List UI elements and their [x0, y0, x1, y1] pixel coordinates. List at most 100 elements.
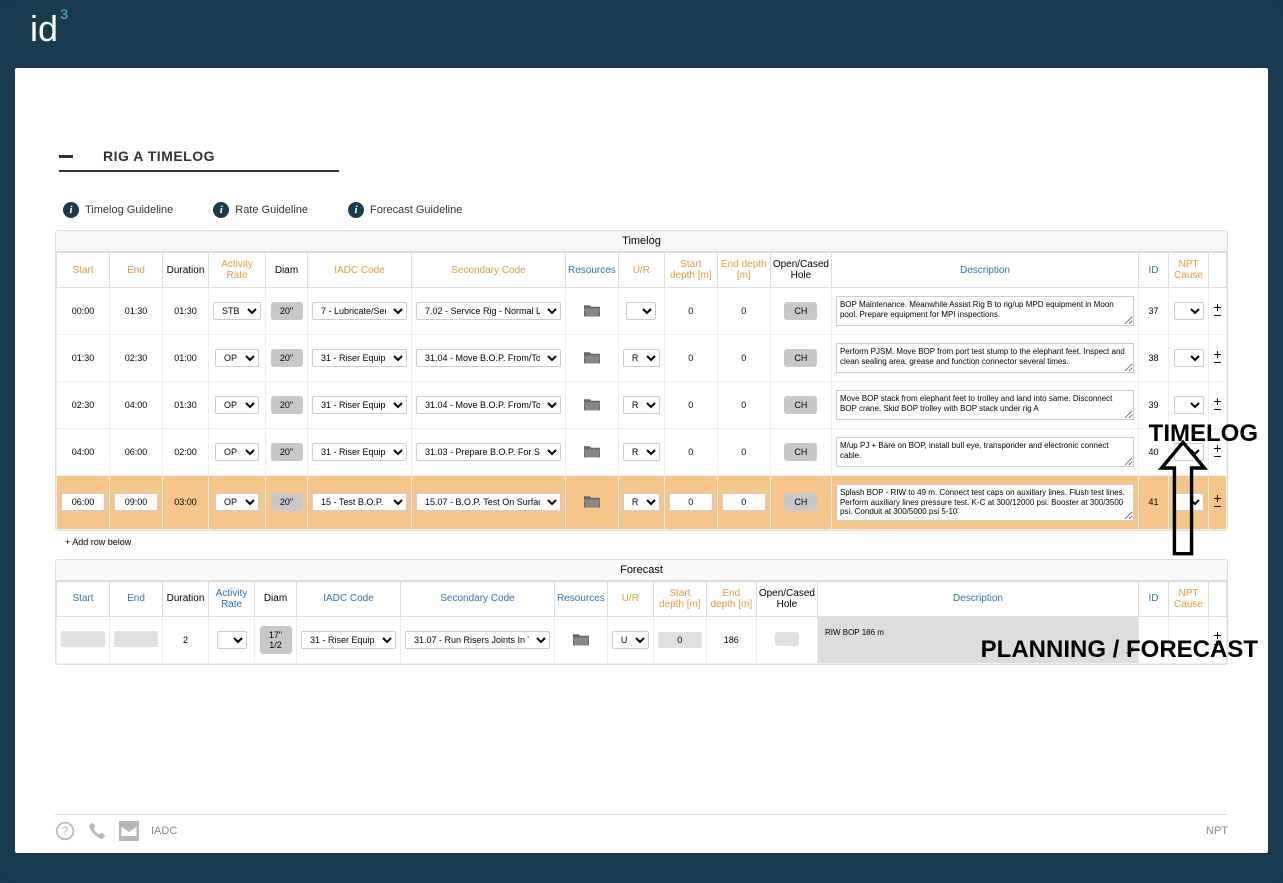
npt-select[interactable]: [1174, 396, 1204, 414]
fc-diam-button[interactable]: 17" 1/2: [260, 626, 292, 654]
fc-col-rate: Activity Rate: [209, 581, 255, 616]
phone-icon[interactable]: [87, 821, 107, 841]
desc-textarea[interactable]: Perform PJSM. Move BOP from port test st…: [836, 343, 1134, 373]
fc-sd-input[interactable]: [658, 632, 702, 648]
add-remove-icons[interactable]: +−: [1213, 303, 1222, 320]
end-value: 06:00: [125, 447, 148, 457]
add-remove-icons[interactable]: +−: [1213, 350, 1222, 367]
folder-icon[interactable]: [582, 302, 602, 318]
end-value: 04:00: [125, 400, 148, 410]
add-remove-icons[interactable]: +−: [1213, 397, 1222, 414]
desc-textarea[interactable]: Move BOP stack from elephant feet to tro…: [836, 390, 1134, 420]
end-value: 01:30: [125, 306, 148, 316]
ed-value: 0: [741, 306, 746, 316]
add-remove-icons[interactable]: +−: [1213, 444, 1222, 461]
rate-select[interactable]: OP: [215, 493, 259, 511]
iadc-select[interactable]: 31 - Riser Equipment Run ar: [312, 349, 407, 367]
sec-select[interactable]: 31.03 - Prepare B.O.P. For Splashing: [416, 443, 561, 461]
svg-text:?: ?: [62, 825, 69, 838]
sec-select[interactable]: 31.04 - Move B.O.P. From/To Test Stump T…: [416, 349, 561, 367]
add-row-button[interactable]: + Add row below: [65, 537, 1228, 547]
desc-textarea[interactable]: BOP Maintenance. Meanwhile Assist Rig B …: [836, 296, 1134, 326]
fc-iadc-select[interactable]: 31 - Riser Equipment Run ar: [301, 631, 396, 649]
dur-value: 02:00: [163, 429, 209, 476]
footer-npt[interactable]: NPT: [1206, 825, 1228, 837]
collapse-icon[interactable]: [59, 155, 73, 158]
ur-select[interactable]: R: [623, 349, 660, 367]
timelog-guideline-link[interactable]: iTimelog Guideline: [63, 202, 173, 218]
add-remove-icons[interactable]: +−: [1213, 494, 1222, 511]
guideline-links: iTimelog Guideline iRate Guideline iFore…: [63, 202, 1228, 218]
ch-button[interactable]: CH: [784, 396, 817, 414]
iadc-select[interactable]: 31 - Riser Equipment Run ar: [312, 443, 407, 461]
fc-col-och: Open/Cased Hole: [756, 581, 817, 616]
folder-icon[interactable]: [582, 493, 602, 509]
fc-col-start: Start: [57, 581, 110, 616]
ur-select[interactable]: R: [623, 493, 660, 511]
folder-icon[interactable]: [582, 396, 602, 412]
help-icon[interactable]: ?: [55, 821, 75, 841]
fc-rate-select[interactable]: [217, 631, 247, 649]
diam-button[interactable]: 20": [271, 302, 303, 320]
table-row[interactable]: 03:00 OP 20" 15 - Test B.O.P. 15.07 - B.O.P.…: [57, 476, 1227, 530]
fc-sec-select[interactable]: 31.07 - Run Risers Joints In The Water: [405, 631, 550, 649]
sec-select[interactable]: 15.07 - B.O.P. Test On Surface: [416, 493, 561, 511]
col-start: Start: [57, 253, 110, 288]
ur-select[interactable]: R: [623, 443, 660, 461]
ch-button[interactable]: CH: [784, 349, 817, 367]
ur-select[interactable]: R: [623, 396, 660, 414]
sec-select[interactable]: 31.04 - Move B.O.P. From/To Test Stump T…: [416, 396, 561, 414]
fc-col-diam: Diam: [255, 581, 297, 616]
fc-col-res: Resources: [555, 581, 608, 616]
diam-button[interactable]: 20": [271, 396, 303, 414]
desc-textarea[interactable]: Splash BOP - RIW to 49 m. Connect test c…: [836, 484, 1134, 521]
fc-ed: 186: [706, 616, 756, 663]
iadc-select[interactable]: 31 - Riser Equipment Run ar: [312, 396, 407, 414]
col-id: ID: [1139, 253, 1169, 288]
table-row[interactable]: 01:3002:3001:00OP20"31 - Riser Equipment…: [57, 335, 1227, 382]
footer-iadc[interactable]: IADC: [151, 825, 177, 837]
folder-icon[interactable]: [582, 443, 602, 459]
ch-button[interactable]: CH: [784, 443, 817, 461]
fc-ur-select[interactable]: U: [612, 631, 649, 649]
fc-ch: [775, 632, 799, 646]
npt-select[interactable]: [1174, 302, 1204, 320]
add-remove-icons[interactable]: +−: [1213, 631, 1222, 648]
diam-button[interactable]: 20": [271, 443, 303, 461]
ur-select[interactable]: [626, 302, 656, 320]
table-row[interactable]: 00:0001:3001:30STB20"7 - Lubricate/Servi…: [57, 288, 1227, 335]
table-row[interactable]: 02:3004:0001:30OP20"31 - Riser Equipment…: [57, 382, 1227, 429]
fc-col-sd: Start depth [m]: [653, 581, 706, 616]
folder-icon[interactable]: [571, 631, 591, 647]
forecast-table-title: Forecast: [56, 560, 1227, 581]
desc-textarea[interactable]: M/up PJ + Bare on BOP, install bull eye,…: [836, 437, 1134, 467]
rate-select[interactable]: OP: [215, 349, 259, 367]
rate-guideline-link[interactable]: iRate Guideline: [213, 202, 308, 218]
iadc-select[interactable]: 7 - Lubricate/Service/Maint R: [312, 302, 407, 320]
mail-icon[interactable]: [119, 821, 139, 841]
sec-select[interactable]: 7.02 - Service Rig - Normal Lubrication …: [416, 302, 561, 320]
col-sd: Start depth [m]: [664, 253, 717, 288]
rate-select[interactable]: OP: [215, 443, 259, 461]
rate-select[interactable]: OP: [215, 396, 259, 414]
iadc-select[interactable]: 15 - Test B.O.P.: [312, 493, 407, 511]
table-row[interactable]: 04:0006:0002:00OP20"31 - Riser Equipment…: [57, 429, 1227, 476]
diam-button[interactable]: 20": [271, 493, 303, 511]
end-input[interactable]: [114, 493, 158, 511]
dur-value: 03:00: [163, 476, 209, 530]
start-input[interactable]: [61, 493, 105, 511]
forecast-guideline-link[interactable]: iForecast Guideline: [348, 202, 462, 218]
npt-select[interactable]: [1174, 493, 1204, 511]
rate-select[interactable]: STB: [213, 302, 261, 320]
col-secondary: Secondary Code: [412, 253, 566, 288]
diam-button[interactable]: 20": [271, 349, 303, 367]
sd-input[interactable]: [669, 493, 713, 511]
folder-icon[interactable]: [582, 349, 602, 365]
ch-button[interactable]: CH: [784, 302, 817, 320]
ed-input[interactable]: [722, 493, 766, 511]
npt-select[interactable]: [1174, 443, 1204, 461]
npt-select[interactable]: [1174, 349, 1204, 367]
fc-col-iadc: IADC Code: [297, 581, 401, 616]
id-value: 37: [1139, 288, 1169, 335]
ch-button[interactable]: CH: [784, 493, 817, 511]
